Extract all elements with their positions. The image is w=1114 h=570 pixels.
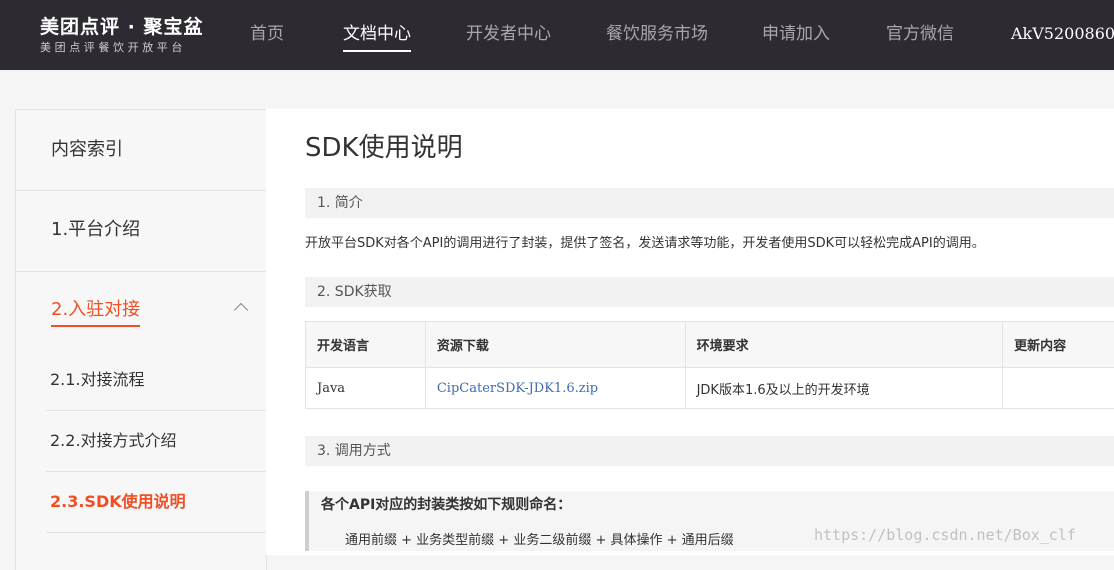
sidebar-item-onboarding[interactable]: 2.入驻对接 (16, 272, 266, 350)
naming-rule-formula: 通用前缀 + 业务类型前缀 + 业务二级前缀 + 具体操作 + 通用后缀 (345, 529, 734, 548)
table-header-language: 开发语言 (306, 322, 426, 368)
nav-docs[interactable]: 文档中心 (343, 0, 411, 70)
sidebar-item-label: 1.平台介绍 (51, 217, 140, 245)
table-cell-updates (1003, 368, 1114, 409)
watermark: https://blog.csdn.net/Box_clf (814, 526, 1076, 544)
doc-content: SDK使用说明 1. 简介 开放平台SDK对各个API的调用进行了封装，提供了签… (266, 109, 1114, 555)
table-cell-download: CipCaterSDK-JDK1.6.zip (425, 368, 685, 409)
section-heading-invocation: 3. 调用方式 (305, 436, 1114, 466)
sidebar-subitem-methods[interactable]: 2.2.对接方式介绍 (46, 411, 266, 472)
user-account[interactable]: AkV520086057 (1011, 0, 1114, 70)
table-header-updates: 更新内容 (1003, 322, 1114, 368)
nav-wechat[interactable]: 官方微信 (886, 0, 954, 70)
brand-subtitle: 美团点评餐饮开放平台 (40, 40, 203, 56)
brand-logo[interactable]: 美团点评 · 聚宝盆 美团点评餐饮开放平台 (40, 14, 203, 56)
chevron-up-icon[interactable] (234, 303, 248, 317)
naming-rule-title: 各个API对应的封装类按如下规则命名： (321, 494, 571, 514)
table-row: Java CipCaterSDK-JDK1.6.zip JDK版本1.6及以上的… (306, 368, 1114, 409)
sidebar-heading: 内容索引 (16, 110, 266, 191)
sdk-table: 开发语言 资源下载 环境要求 更新内容 Java CipCaterSDK-JDK… (305, 321, 1114, 409)
intro-paragraph: 开放平台SDK对各个API的调用进行了封装，提供了签名，发送请求等功能，开发者使… (305, 232, 985, 251)
sdk-download-link[interactable]: CipCaterSDK-JDK1.6.zip (437, 381, 598, 396)
nav-apply[interactable]: 申请加入 (762, 0, 830, 70)
table-header-download: 资源下载 (425, 322, 685, 368)
table-header-environment: 环境要求 (685, 322, 1003, 368)
top-navbar: 美团点评 · 聚宝盆 美团点评餐饮开放平台 首页 文档中心 开发者中心 餐饮服务… (0, 0, 1114, 70)
table-cell-environment: JDK版本1.6及以上的开发环境 (685, 368, 1003, 409)
page-title: SDK使用说明 (305, 127, 463, 164)
table-header-row: 开发语言 资源下载 环境要求 更新内容 (306, 322, 1114, 368)
sidebar: 内容索引 1.平台介绍 2.入驻对接 2.1.对接流程 2.2.对接方式介绍 2… (15, 109, 267, 570)
table-cell-language: Java (306, 368, 426, 409)
section-heading-intro: 1. 简介 (305, 188, 1114, 218)
sidebar-item-platform-intro[interactable]: 1.平台介绍 (16, 191, 266, 272)
section-heading-sdk-download: 2. SDK获取 (305, 277, 1114, 307)
sidebar-item-label: 2.入驻对接 (51, 297, 140, 327)
nav-service-market[interactable]: 餐饮服务市场 (606, 0, 708, 70)
sidebar-subitem-sdk-usage[interactable]: 2.3.SDK使用说明 (46, 472, 266, 533)
brand-title: 美团点评 · 聚宝盆 (40, 14, 203, 40)
nav-developer-center[interactable]: 开发者中心 (466, 0, 551, 70)
sidebar-subitem-flow[interactable]: 2.1.对接流程 (46, 350, 266, 411)
nav-home[interactable]: 首页 (250, 0, 284, 70)
